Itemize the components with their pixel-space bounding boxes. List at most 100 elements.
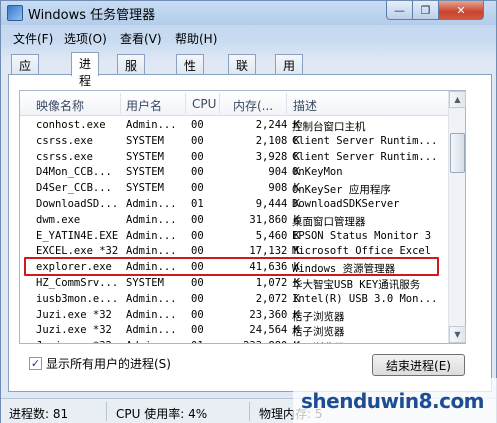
process-memory: 41,636 K (249, 261, 300, 274)
menu-view[interactable]: 查看(V) (120, 30, 162, 47)
process-user: Admin... (126, 119, 177, 131)
process-description: Intel(R) USB 3.0 Mon... (292, 292, 438, 305)
process-cpu: 01 (191, 340, 211, 343)
table-row[interactable]: Juzi.exe *32 Admin... 00 23,360 K 桔子浏览器 (20, 308, 465, 324)
table-row[interactable]: dwm.exe Admin... 00 31,860 K 桌面窗口管理器 (20, 213, 465, 229)
table-row[interactable]: iusb3mon.e... Admin... 00 2,072 K Intel(R) U… (20, 292, 465, 308)
show-all-users-option[interactable]: ✓ 显示所有用户的进程(S) (29, 355, 171, 372)
process-name: EXCEL.exe *32 (36, 245, 119, 258)
column-cpu[interactable]: CPU (192, 97, 216, 111)
table-row[interactable]: conhost.exe Admin... 00 2,244 K 控制台窗口主机 (20, 118, 465, 134)
process-description: OnKeyMon (292, 166, 343, 179)
table-row[interactable]: explorer.exe Admin... 00 41,636 K Windows 资源… (20, 260, 465, 276)
watermark-logo: shenduwin8.com (301, 389, 485, 413)
process-cpu: 00 (191, 134, 204, 147)
process-cpu: 00 (191, 150, 204, 163)
process-user: SYSTEM (126, 150, 164, 163)
column-image-name[interactable]: 映像名称 (36, 97, 84, 114)
tab-networking[interactable]: 联网 (228, 54, 257, 90)
window-title: Windows 任务管理器 (28, 8, 156, 23)
process-name: csrss.exe (36, 134, 93, 147)
minimize-icon: — (394, 3, 405, 17)
task-manager-icon (7, 5, 23, 21)
task-manager-window: Windows 任务管理器 — ❐ ✕ 文件(F) 选项(O) 查看(V) 帮助… (0, 0, 497, 423)
process-cpu: 00 (191, 277, 204, 289)
process-name: conhost.exe (36, 119, 106, 131)
scroll-up-arrow-icon[interactable]: ▲ (449, 91, 466, 108)
tab-applications[interactable]: 应用程序 (11, 54, 40, 124)
menu-help[interactable]: 帮助(H) (175, 30, 217, 47)
process-description: 桔子浏览器 (292, 326, 345, 339)
process-user: Admin... (126, 229, 177, 242)
tab-services[interactable]: 服务 (117, 54, 146, 90)
process-memory: 9,444 K (255, 198, 300, 210)
process-cpu: 01 (191, 198, 204, 210)
end-process-button[interactable]: 结束进程(E) (372, 354, 465, 376)
title-bar: Windows 任务管理器 — ❐ ✕ (1, 1, 496, 25)
status-cpu-usage: CPU 使用率: 4% (116, 407, 208, 421)
process-description: 桔子浏览器 (292, 340, 442, 343)
process-description: DownloadSDKServer (292, 198, 400, 210)
tab-processes[interactable]: 进程 (71, 52, 100, 88)
menu-options[interactable]: 选项(O) (64, 30, 107, 47)
close-icon: ✕ (456, 3, 466, 17)
tab-label: 进程 (79, 57, 92, 88)
table-row[interactable]: EXCEL.exe *32 Admin... 00 17,132 K Microsoft… (20, 244, 465, 260)
table-row[interactable]: Juzi.exe *32 Admin... 00 24,564 K 桔子浏览器 (20, 323, 465, 339)
table-row[interactable]: HZ_CommSrv... SYSTEM 00 1,072 K 华大智宝USB KEY通… (20, 276, 465, 292)
process-description: Microsoft Office Excel (292, 245, 432, 258)
process-memory: 2,072 K (255, 292, 300, 305)
process-user: Admin... (126, 340, 182, 343)
process-cpu: 00 (191, 182, 204, 195)
table-row[interactable]: DownloadSD... Admin... 01 9,444 K DownloadSD… (20, 197, 465, 213)
column-description[interactable]: 描述 (293, 97, 317, 114)
list-header: 映像名称 用户名 CPU 内存(... 描述 (20, 91, 465, 116)
process-description: 桔子浏览器 (292, 310, 345, 323)
table-row[interactable]: csrss.exe SYSTEM 00 3,928 K Client Server Ru… (20, 150, 465, 166)
process-name: dwm.exe (36, 213, 81, 226)
tab-performance[interactable]: 性能 (176, 54, 205, 90)
process-name: D4Mon_CCB... (36, 166, 112, 179)
minimize-button[interactable]: — (386, 1, 413, 20)
process-cpu: 00 (191, 166, 204, 179)
process-memory: 2,108 K (255, 134, 300, 147)
scroll-thumb[interactable] (450, 133, 465, 173)
process-memory: 1,072 K (255, 277, 300, 289)
menu-bar: 文件(F) 选项(O) 查看(V) 帮助(H) (1, 27, 496, 47)
process-cpu: 00 (191, 324, 204, 337)
process-user: Admin... (126, 324, 177, 337)
process-memory: 3,928 K (255, 150, 300, 163)
vertical-scrollbar[interactable]: ▲ ▼ (448, 91, 466, 343)
process-name: HZ_CommSrv... (36, 277, 119, 289)
close-button[interactable]: ✕ (438, 1, 484, 20)
show-all-users-checkbox[interactable]: ✓ (29, 357, 42, 370)
process-memory: 17,132 K (249, 245, 300, 258)
table-row[interactable]: D4Mon_CCB... SYSTEM 00 904 K OnKeyMon (20, 165, 465, 181)
process-memory: 23,360 K (249, 308, 300, 321)
table-row[interactable]: Juzi.exe *32Admin... 01 233,880 K桔子浏览器 (20, 339, 465, 343)
process-user: SYSTEM (126, 182, 164, 195)
process-description: OnKeySer 应用程序 (292, 184, 391, 197)
process-memory: 2,244 K (255, 119, 300, 131)
tab-users[interactable]: 用户 (275, 54, 304, 90)
menu-file[interactable]: 文件(F) (13, 30, 53, 47)
process-list[interactable]: 映像名称 用户名 CPU 内存(... 描述 conhost.exe Admin.… (19, 90, 466, 344)
process-name: Juzi.exe *32 (36, 340, 124, 343)
process-user: Admin... (126, 213, 177, 226)
maximize-button[interactable]: ❐ (412, 1, 439, 20)
process-cpu: 00 (191, 308, 204, 321)
table-row[interactable]: E_YATIN4E.EXE Admin... 00 5,460 K EPSON Stat… (20, 229, 465, 245)
process-cpu: 00 (191, 245, 204, 258)
table-row[interactable]: csrss.exe SYSTEM 00 2,108 K Client Server Ru… (20, 134, 465, 150)
maximize-icon: ❐ (420, 3, 431, 17)
process-description: 华大智宝USB KEY通讯服务 (292, 279, 421, 291)
process-name: D4Ser_CCB... (36, 182, 112, 195)
process-name: DownloadSD... (36, 198, 119, 210)
table-row[interactable]: D4Ser_CCB... SYSTEM 00 908 K OnKeySer 应用程序 (20, 181, 465, 197)
scroll-down-arrow-icon[interactable]: ▼ (449, 326, 466, 343)
process-user: Admin... (126, 308, 177, 321)
process-memory: 908 K (268, 182, 300, 195)
show-all-users-label: 显示所有用户的进程(S) (46, 357, 171, 371)
column-user-name[interactable]: 用户名 (126, 97, 162, 114)
column-memory[interactable]: 内存(... (233, 97, 273, 114)
